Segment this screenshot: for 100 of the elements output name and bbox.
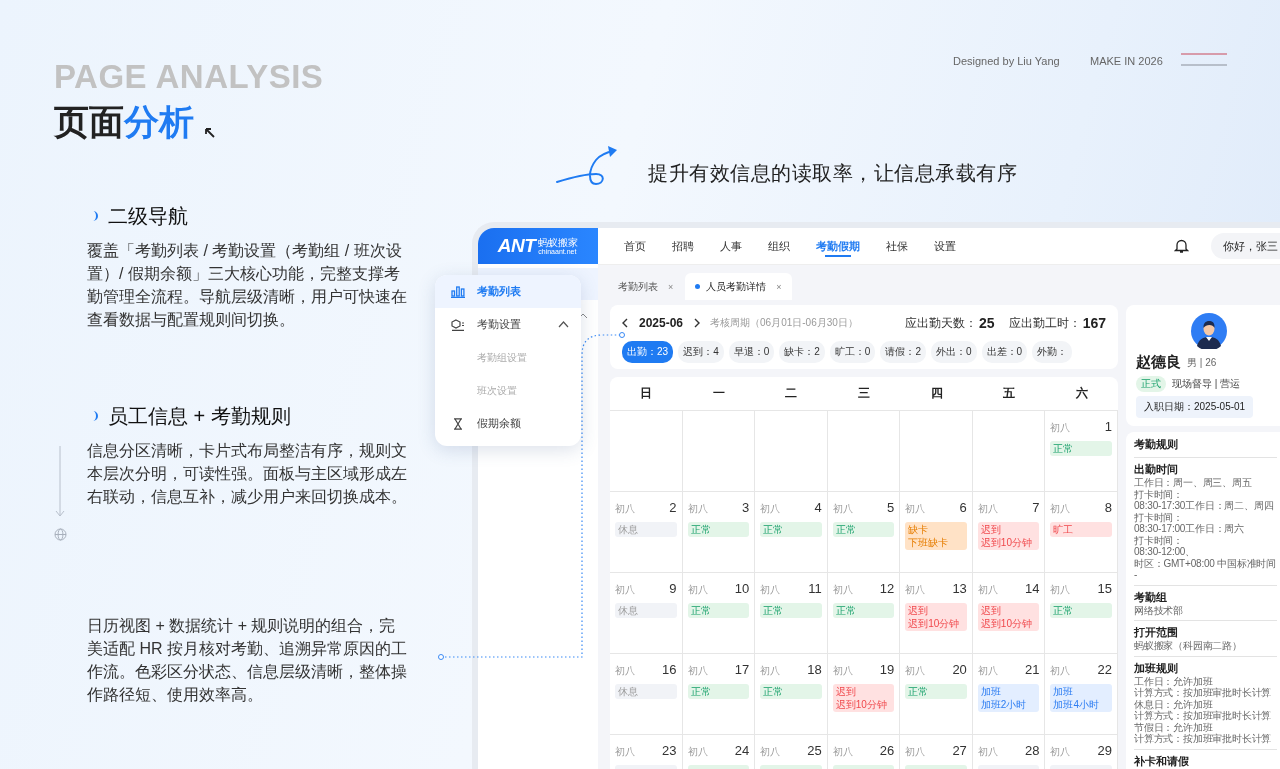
day-cell[interactable]: 初八 29 [1045, 735, 1118, 769]
user-greeting[interactable]: 你好，张三 [1211, 233, 1280, 259]
bell-icon[interactable] [1174, 238, 1189, 254]
menu-label: 假期余额 [477, 416, 522, 431]
lunar-date: 初八 [687, 502, 708, 516]
stat-chip[interactable]: 出勤：23 [622, 341, 674, 363]
weekday-label: 三 [857, 385, 871, 402]
lunar-date: 初八 [615, 745, 635, 759]
lunar-date: 初八 [615, 664, 635, 678]
day-number: 20 [952, 662, 967, 677]
status-label: 正常 [908, 685, 929, 698]
menu-item[interactable]: 考勤列表 [435, 275, 581, 308]
chevron-left-icon[interactable] [622, 318, 629, 328]
bullet-icon [91, 411, 100, 421]
stat-chip[interactable]: 迟到：4 [678, 341, 724, 363]
day-cell[interactable]: 初八 8 旷工 [1045, 492, 1118, 573]
stat-chip[interactable]: 早退：0 [728, 341, 775, 363]
lunar-date: 初八 [977, 745, 998, 759]
status-label: 加班 [1053, 685, 1074, 698]
logo-name: 蚂蚁搬家 [538, 237, 579, 248]
stat-chip[interactable]: 出差：0 [981, 341, 1028, 363]
day-cell[interactable]: 初八 3 正常 [682, 492, 756, 573]
day-cell[interactable]: 初八 17 正常 [682, 654, 756, 735]
globe-icon [54, 528, 67, 541]
logo-mark: ANT [497, 235, 536, 257]
weekday-label: 六 [1074, 385, 1089, 402]
day-cell[interactable]: 初八 7 迟到 迟到10分钟 [972, 492, 1046, 573]
status-label: 正常 [835, 523, 856, 536]
rule-text: 休息日：允许加班 [1134, 698, 1214, 710]
status-label: 休息 [618, 604, 638, 617]
page-tab[interactable]: 人员考勤详情 × [685, 273, 792, 300]
rule-text: 计算方式：按加班审批时长计算 [1134, 710, 1273, 722]
day-cell[interactable]: 初八 16 休息 [610, 654, 683, 735]
day-number: 18 [807, 662, 822, 677]
day-number: 26 [879, 743, 895, 758]
day-cell[interactable]: 初八 11 正常 [755, 573, 828, 654]
day-number: 19 [879, 662, 895, 677]
lunar-date: 初八 [1050, 583, 1071, 597]
day-cell[interactable]: 初八 28 [972, 735, 1046, 769]
day-cell[interactable]: 初八 12 正常 [827, 573, 901, 654]
day-cell[interactable]: 初八 23 [610, 735, 683, 769]
stat-chip[interactable]: 外勤： [1032, 341, 1073, 363]
stat-chip[interactable]: 缺卡：2 [779, 341, 825, 363]
day-number: 1 [1104, 419, 1112, 434]
day-cell[interactable]: 初八 25 [755, 735, 828, 769]
stat-chip[interactable]: 外出：0 [930, 341, 977, 363]
day-cell[interactable]: 初八 27 [900, 735, 973, 769]
menu-item[interactable]: 考勤设置 [435, 308, 581, 341]
day-cell[interactable]: 初八 2 休息 [610, 492, 683, 573]
nav-tab[interactable]: 组织 [758, 228, 800, 264]
day-cell[interactable]: 初八 18 正常 [755, 654, 828, 735]
status-label: 正常 [763, 523, 784, 536]
year-text: MAKE IN 2026 [1090, 55, 1163, 67]
day-cell[interactable]: 初八 9 休息 [610, 573, 683, 654]
weekday-label: 四 [929, 385, 944, 402]
day-cell[interactable]: 初八 4 正常 [755, 492, 828, 573]
day-cell[interactable]: 初八 24 [682, 735, 756, 769]
day-cell[interactable]: 初八 6 缺卡 下班缺卡 [900, 492, 973, 573]
day-number: 28 [1024, 743, 1040, 758]
day-cell[interactable]: 初八 26 [827, 735, 901, 769]
day-cell[interactable]: 初八 10 正常 [682, 573, 756, 654]
day-cell[interactable]: 初八 15 正常 [1045, 573, 1118, 654]
lunar-date: 初八 [977, 664, 998, 678]
day-number: 12 [879, 581, 895, 596]
day-cell[interactable]: 初八 5 正常 [827, 492, 901, 573]
status-note: 迟到10分钟 [835, 698, 887, 711]
status-label: 迟到 [908, 604, 929, 617]
page-tab[interactable]: 考勤列表 × [608, 273, 684, 300]
nav-tab[interactable]: 设置 [924, 228, 966, 264]
day-cell[interactable]: 初八 21 加班 加班2小时 [972, 654, 1046, 735]
headline: 提升有效信息的读取率，让信息承载有序 [648, 161, 1017, 186]
day-cell[interactable]: 初八 13 迟到 迟到10分钟 [900, 573, 973, 654]
weekday-label: 日 [639, 385, 654, 402]
day-cell[interactable]: 初八 1 正常 [1045, 411, 1118, 492]
rule-text: 时区：GMT+08:00 中国标准时间 - [1134, 557, 1277, 581]
nav-tab[interactable]: 首页 [614, 228, 656, 264]
status-label: 正常 [763, 604, 784, 617]
nav-tab[interactable]: 人事 [710, 228, 752, 264]
menu-item[interactable]: 假期余额 [435, 407, 581, 440]
cursor-arrow-icon [204, 127, 215, 138]
chevron-right-icon[interactable] [693, 318, 701, 328]
day-number: 17 [734, 662, 750, 677]
lunar-date: 初八 [832, 583, 853, 597]
day-cell[interactable]: 初八 19 迟到 迟到10分钟 [827, 654, 901, 735]
lunar-date: 初八 [687, 583, 708, 597]
rule-text: 工作日：周一、周三、周五 [1134, 477, 1253, 489]
rule-text: 工作日：允许加班 [1134, 675, 1214, 687]
stat-chip[interactable]: 请假：2 [880, 341, 926, 363]
close-icon[interactable]: × [776, 281, 782, 292]
nav-tab[interactable]: 招聘 [662, 228, 704, 264]
stat-chip[interactable]: 旷工：0 [829, 341, 876, 363]
lunar-date: 初八 [905, 745, 926, 759]
day-cell[interactable]: 初八 14 迟到 迟到10分钟 [972, 573, 1046, 654]
day-cell[interactable]: 初八 20 正常 [900, 654, 973, 735]
day-cell[interactable]: 初八 22 加班 加班4小时 [1045, 654, 1118, 735]
join-date: 入职日期：2025-05-01 [1136, 396, 1254, 418]
employee-meta: 男 | 26 [1187, 355, 1217, 370]
nav-tab[interactable]: 社保 [876, 228, 918, 264]
rule-heading: 出勤时间 [1134, 462, 1179, 477]
close-icon[interactable]: × [668, 281, 674, 292]
